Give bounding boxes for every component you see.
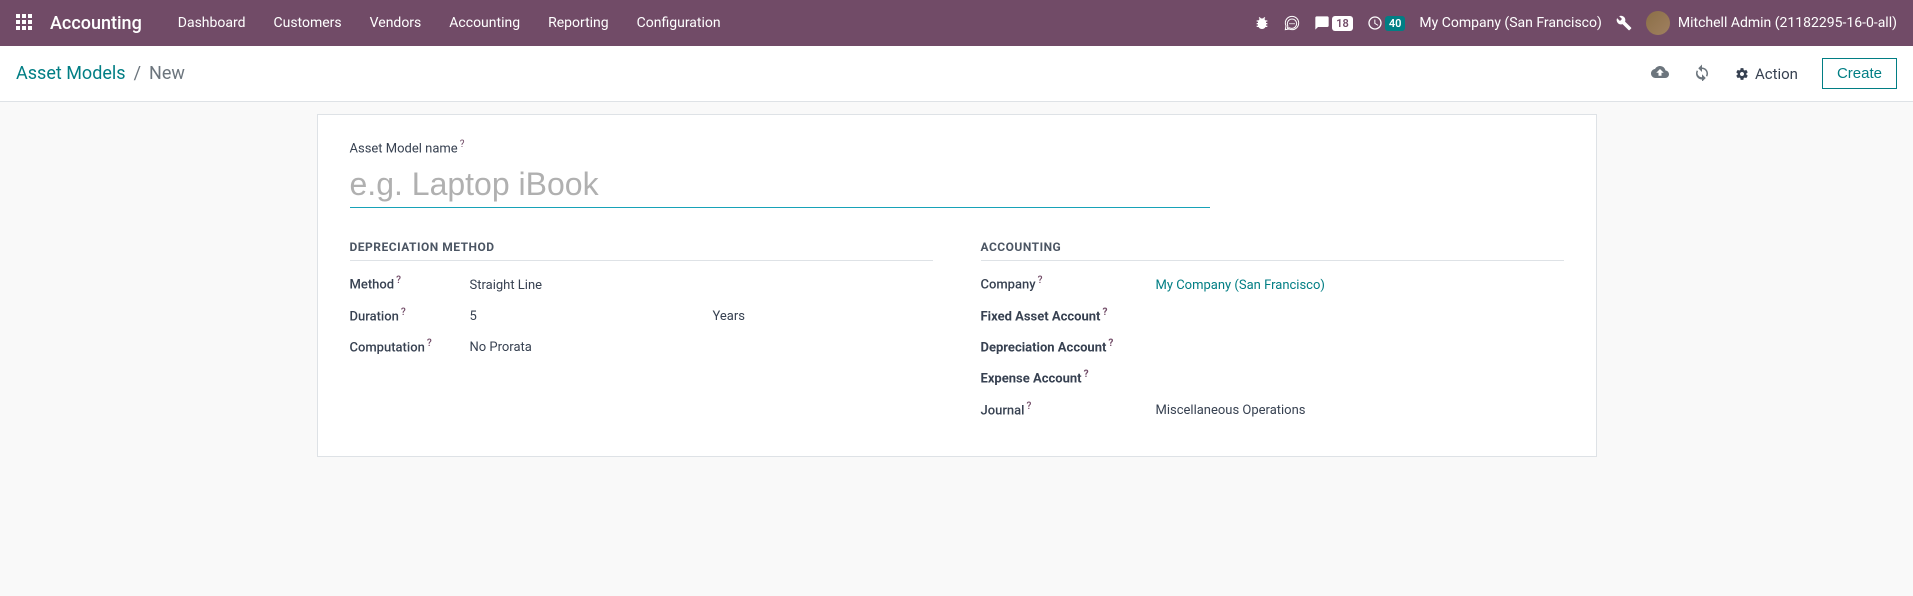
create-button[interactable]: Create — [1822, 58, 1897, 89]
help-icon[interactable]: ? — [1026, 401, 1031, 412]
method-value[interactable]: Straight Line — [470, 278, 933, 293]
fixed-asset-label: Fixed Asset Account? — [981, 307, 1156, 324]
accounting-group-title: ACCOUNTING — [981, 240, 1564, 261]
breadcrumb-separator: / — [134, 63, 141, 84]
help-icon[interactable]: ? — [401, 307, 406, 318]
depreciation-group-title: DEPRECIATION METHOD — [350, 240, 933, 261]
expense-account-label: Expense Account? — [981, 369, 1156, 386]
company-value[interactable]: My Company (San Francisco) — [1156, 278, 1564, 293]
user-name: Mitchell Admin (21182295-16-0-all) — [1678, 15, 1897, 31]
apps-icon[interactable] — [16, 14, 34, 32]
method-field: Method? Straight Line — [350, 275, 933, 292]
gear-icon — [1735, 67, 1749, 81]
tools-icon[interactable] — [1616, 15, 1632, 31]
fixed-asset-field: Fixed Asset Account? — [981, 307, 1564, 324]
nav-menu: Dashboard Customers Vendors Accounting R… — [166, 7, 733, 39]
nav-item-configuration[interactable]: Configuration — [625, 7, 733, 39]
nav-left: Accounting Dashboard Customers Vendors A… — [16, 7, 733, 39]
help-icon[interactable]: ? — [1038, 275, 1043, 286]
nav-right: 18 40 My Company (San Francisco) Mitchel… — [1254, 11, 1897, 35]
depreciation-account-field: Depreciation Account? — [981, 338, 1564, 355]
duration-value[interactable]: 5 Years — [470, 309, 933, 324]
help-icon[interactable]: ? — [427, 338, 432, 349]
bug-icon[interactable] — [1254, 15, 1270, 31]
app-title[interactable]: Accounting — [50, 13, 142, 34]
method-label: Method? — [350, 275, 470, 292]
nav-item-vendors[interactable]: Vendors — [358, 7, 434, 39]
accounting-column: ACCOUNTING Company? My Company (San Fran… — [981, 240, 1564, 432]
form-sheet: Asset Model name? DEPRECIATION METHOD Me… — [317, 114, 1597, 457]
cloud-upload-icon[interactable] — [1651, 63, 1669, 85]
breadcrumb-current: New — [149, 63, 185, 84]
journal-label: Journal? — [981, 401, 1156, 418]
action-label: Action — [1755, 65, 1798, 83]
help-icon[interactable]: ? — [1084, 369, 1089, 380]
user-menu[interactable]: Mitchell Admin (21182295-16-0-all) — [1646, 11, 1897, 35]
depreciation-column: DEPRECIATION METHOD Method? Straight Lin… — [350, 240, 933, 432]
computation-field: Computation? No Prorata — [350, 338, 933, 355]
activities-icon[interactable]: 40 — [1367, 15, 1406, 31]
breadcrumb-parent[interactable]: Asset Models — [16, 63, 126, 84]
action-button[interactable]: Action — [1735, 65, 1798, 83]
company-field: Company? My Company (San Francisco) — [981, 275, 1564, 292]
control-panel: Asset Models / New Action Create — [0, 46, 1913, 102]
computation-value[interactable]: No Prorata — [470, 340, 933, 355]
company-selector[interactable]: My Company (San Francisco) — [1419, 15, 1601, 31]
asset-model-name-input[interactable] — [350, 162, 1210, 208]
messages-icon[interactable]: 18 — [1314, 15, 1353, 31]
main-navbar: Accounting Dashboard Customers Vendors A… — [0, 0, 1913, 46]
help-icon[interactable]: ? — [460, 139, 465, 150]
depreciation-account-label: Depreciation Account? — [981, 338, 1156, 355]
computation-label: Computation? — [350, 338, 470, 355]
phone-icon[interactable] — [1284, 15, 1300, 31]
avatar — [1646, 11, 1670, 35]
company-label: Company? — [981, 275, 1156, 292]
nav-item-customers[interactable]: Customers — [262, 7, 354, 39]
breadcrumb: Asset Models / New — [16, 63, 185, 84]
duration-field: Duration? 5 Years — [350, 307, 933, 324]
control-panel-right: Action Create — [1651, 58, 1897, 89]
title-section: Asset Model name? — [350, 139, 1210, 208]
duration-label: Duration? — [350, 307, 470, 324]
title-label: Asset Model name? — [350, 139, 1210, 156]
help-icon[interactable]: ? — [396, 275, 401, 286]
form-columns: DEPRECIATION METHOD Method? Straight Lin… — [350, 240, 1564, 432]
main-content: Asset Model name? DEPRECIATION METHOD Me… — [0, 102, 1913, 469]
activities-badge: 40 — [1385, 16, 1406, 31]
help-icon[interactable]: ? — [1102, 307, 1107, 318]
messages-badge: 18 — [1332, 16, 1353, 31]
nav-item-reporting[interactable]: Reporting — [536, 7, 621, 39]
journal-value[interactable]: Miscellaneous Operations — [1156, 403, 1564, 418]
discard-icon[interactable] — [1693, 63, 1711, 85]
expense-account-field: Expense Account? — [981, 369, 1564, 386]
nav-item-accounting[interactable]: Accounting — [437, 7, 532, 39]
help-icon[interactable]: ? — [1108, 338, 1113, 349]
journal-field: Journal? Miscellaneous Operations — [981, 401, 1564, 418]
nav-item-dashboard[interactable]: Dashboard — [166, 7, 258, 39]
